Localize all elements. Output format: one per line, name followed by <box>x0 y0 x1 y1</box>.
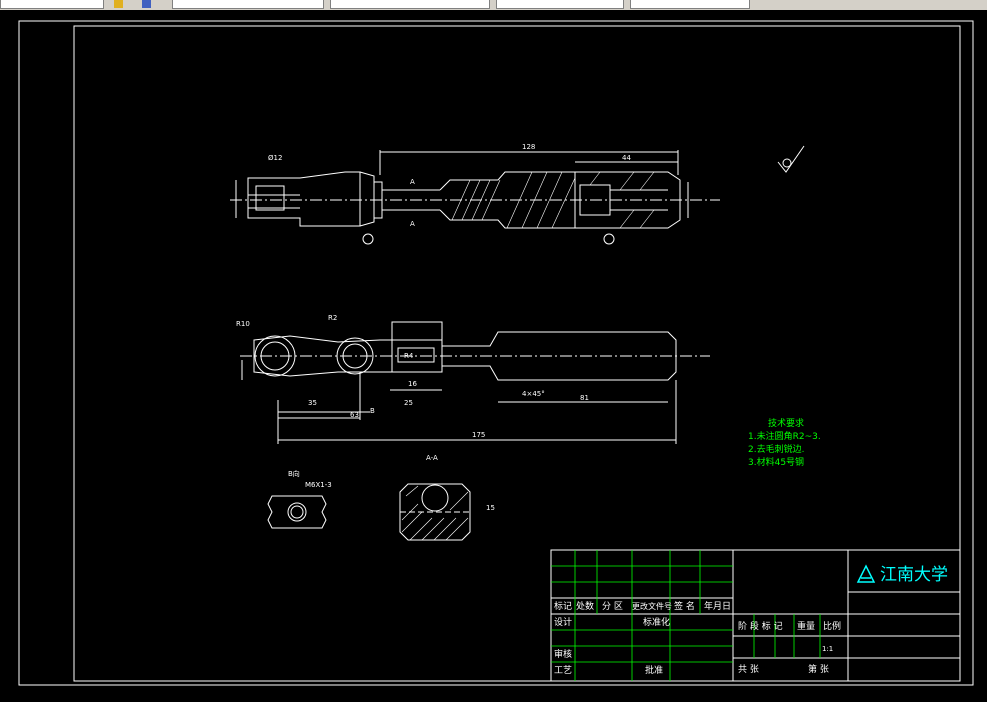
tech-requirements: 技术要求 1.未注圆角R2~3. 2.去毛刺锐边. 3.材料45号钢 <box>748 417 821 468</box>
section-aa-hatch <box>401 485 469 541</box>
dim-63: 63 <box>350 411 359 419</box>
section-aa-labels: A-A 15 <box>426 454 495 512</box>
front-view-dims: 128 44 Ø12 A A <box>268 143 631 228</box>
hdr-change-doc: 更改文件号 <box>632 601 672 611</box>
hdr-count: 处数 <box>576 600 594 612</box>
toolbar-field-2[interactable] <box>172 0 324 9</box>
label-b: B <box>370 407 375 415</box>
label-stage-mark: 阶 段 标 记 <box>738 620 783 632</box>
cad-drawing: 128 44 Ø12 A A R10 R2 R4 175 81 63 35 25… <box>18 20 974 686</box>
dim-128: 128 <box>522 143 535 151</box>
toolbar-icon-a[interactable] <box>114 0 123 8</box>
label-scale: 比例 <box>823 620 841 632</box>
dim-44: 44 <box>622 154 631 162</box>
dim-35: 35 <box>308 399 317 407</box>
drawing-canvas[interactable]: 128 44 Ø12 A A R10 R2 R4 175 81 63 35 25… <box>0 10 987 698</box>
label-check: 审核 <box>554 648 572 660</box>
tech-line-2: 2.去毛刺锐边. <box>748 443 804 455</box>
label-weight: 重量 <box>797 620 815 632</box>
hdr-sign: 签 名 <box>674 600 695 612</box>
hdr-zone: 分 区 <box>602 601 623 612</box>
tech-line-3: 3.材料45号钢 <box>748 456 804 468</box>
school-logo: 江南大学 <box>856 564 948 585</box>
toolbar-field-5[interactable] <box>630 0 750 9</box>
triangle-logo-icon <box>856 564 876 583</box>
view-b-labels: B向 M6X1-3 <box>288 469 332 489</box>
toolbar-icon-b[interactable] <box>142 0 151 8</box>
toolbar-field-4[interactable] <box>496 0 624 9</box>
school-name: 江南大学 <box>880 565 948 585</box>
front-view <box>230 150 720 245</box>
dim-r4: R4 <box>404 352 414 360</box>
hdr-date: 年月日 <box>704 600 731 612</box>
label-standardize: 标准化 <box>643 616 670 628</box>
label-total-sheets: 共 张 <box>738 664 759 675</box>
dim-175: 175 <box>472 431 485 439</box>
title-block-grid <box>551 550 821 681</box>
toolbar <box>0 0 987 10</box>
label-a-top: A <box>410 178 415 186</box>
dim-phi12: Ø12 <box>268 154 282 162</box>
tech-title: 技术要求 <box>768 417 804 429</box>
outer-frame <box>18 20 974 686</box>
scale-value: 1:1 <box>822 645 833 653</box>
label-view-b: B向 <box>288 469 300 478</box>
label-design: 设计 <box>554 616 572 628</box>
dim-16: 16 <box>408 380 417 388</box>
view-b <box>267 495 327 529</box>
label-a-bottom: A <box>410 220 415 228</box>
dim-r10: R10 <box>236 320 250 328</box>
roughness-symbol <box>777 145 805 173</box>
label-sheet-number: 第 张 <box>808 663 829 675</box>
plan-view <box>240 321 710 444</box>
label-section-aa: A-A <box>426 454 438 462</box>
dim-chamfer: 4×45° <box>522 390 545 398</box>
tech-line-1: 1.未注圆角R2~3. <box>748 430 821 442</box>
inner-frame <box>73 25 961 682</box>
plan-view-dims: R10 R2 R4 175 81 63 35 25 16 4×45° B <box>236 314 589 439</box>
toolbar-field-3[interactable] <box>330 0 490 9</box>
dim-r2: R2 <box>328 314 337 322</box>
label-approve: 批准 <box>645 664 663 676</box>
dim-81: 81 <box>580 394 589 402</box>
label-process: 工艺 <box>554 665 572 676</box>
dim-15: 15 <box>486 504 495 512</box>
hdr-mark: 标记 <box>554 600 572 612</box>
dim-m6: M6X1-3 <box>305 481 332 489</box>
dim-25: 25 <box>404 399 413 407</box>
toolbar-field-1[interactable] <box>0 0 104 9</box>
